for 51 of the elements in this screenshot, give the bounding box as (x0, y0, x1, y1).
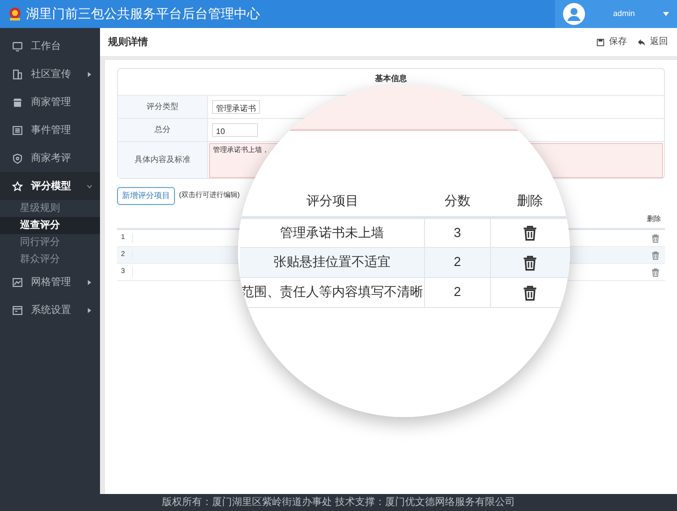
table-cell: 2 (424, 277, 490, 307)
store-icon (12, 96, 23, 108)
save-icon (596, 38, 605, 46)
sidebar-item[interactable]: 工作台 (0, 32, 100, 60)
add-item-button[interactable]: 新增评分项目 (117, 187, 175, 205)
app-title: 湖里门前三包公共服务平台后台管理中心 (26, 5, 260, 24)
submenu-item[interactable]: 巡查评分 (0, 217, 100, 234)
sidebar-item[interactable]: 社区宣传 (0, 60, 100, 88)
field-label: 总分 (118, 119, 208, 141)
sidebar-item[interactable]: 网格管理 (0, 268, 100, 296)
trash-icon[interactable] (522, 225, 538, 242)
triangle-right-icon (87, 308, 92, 312)
card-title: 基本信息 (374, 73, 408, 85)
avatar-icon (563, 3, 585, 25)
triangle-right-icon (87, 280, 92, 284)
page-title: 规则详情 (108, 35, 149, 50)
monitor-icon (12, 40, 23, 52)
field-label: 评分类型 (118, 96, 208, 118)
trash-icon[interactable] (522, 284, 538, 301)
submenu-item[interactable]: 星级规则 (0, 200, 100, 217)
sidebar-item[interactable]: 商家管理 (0, 88, 100, 116)
building-icon (12, 68, 23, 80)
trash-icon[interactable] (522, 254, 538, 271)
sidebar-item[interactable]: 评分模型 (0, 172, 100, 200)
reply-arrow-icon (637, 38, 646, 46)
column-header: 评分项目 (240, 185, 424, 217)
table-cell: 3 (424, 217, 490, 247)
shield-icon (12, 152, 23, 164)
sidebar-item[interactable]: 事件管理 (0, 116, 100, 144)
table-cell: 管理承诺书未上墙 (240, 217, 424, 247)
column-header: 删除 (490, 185, 570, 217)
table-cell: 张贴悬挂位置不适宜 (240, 247, 424, 277)
save-button[interactable]: 保存 (595, 34, 628, 50)
map-icon (12, 276, 23, 288)
window-icon (12, 304, 23, 316)
submenu-item[interactable]: 群众评分 (0, 251, 100, 268)
sidebar-item[interactable]: 商家考评 (0, 144, 100, 172)
list-icon (12, 124, 23, 136)
triangle-right-icon (87, 72, 92, 76)
caret-icon (663, 12, 669, 16)
emblem-icon (8, 7, 22, 21)
submenu-item[interactable]: 同行评分 (0, 234, 100, 251)
star-icon (12, 180, 23, 192)
user-name: admin (612, 8, 636, 20)
chevron-down-icon (87, 184, 92, 188)
table-cell: 2 (424, 247, 490, 277)
back-button[interactable]: 返回 (636, 34, 669, 50)
column-header: 分数 (424, 185, 490, 217)
footer-text: 版权所有：厦门湖里区紫岭街道办事处 技术支撑：厦门优文德网络服务有限公司 (162, 496, 515, 510)
field-label: 具体内容及标准 (118, 142, 208, 178)
sidebar-item[interactable]: 系统设置 (0, 296, 100, 324)
